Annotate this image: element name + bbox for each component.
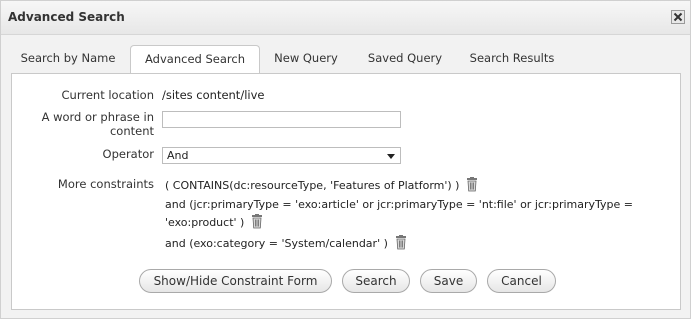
tab-search-by-name[interactable]: Search by Name: [11, 45, 125, 72]
tab-new-query[interactable]: New Query: [266, 45, 346, 72]
cancel-button[interactable]: Cancel: [487, 269, 556, 293]
dialog-titlebar: Advanced Search: [1, 1, 690, 35]
constraint-text: and (jcr:primaryType = 'exo:article' or …: [165, 198, 633, 211]
dialog-title: Advanced Search: [8, 10, 125, 24]
location-label: Current location: [61, 88, 154, 102]
save-button[interactable]: Save: [420, 269, 477, 293]
show-hide-constraint-form-button[interactable]: Show/Hide Constraint Form: [139, 269, 332, 293]
phrase-label-line1: A word or phrase in: [41, 110, 154, 124]
operator-selected-value: And: [167, 149, 189, 162]
tab-advanced-search[interactable]: Advanced Search: [130, 45, 260, 75]
constraints-label: More constraints: [57, 177, 154, 191]
location-value: /sites content/live: [162, 88, 265, 102]
constraint-row: 'exo:product' ): [165, 214, 264, 234]
chevron-down-icon: [387, 154, 395, 159]
constraint-text: 'exo:product' ): [165, 216, 245, 229]
constraint-row: ( CONTAINS(dc:resourceType, 'Features of…: [165, 177, 479, 197]
trash-icon[interactable]: [465, 177, 479, 197]
operator-select[interactable]: And: [162, 147, 401, 164]
trash-icon[interactable]: [250, 214, 264, 234]
phrase-label-line2: content: [109, 124, 154, 138]
close-icon[interactable]: [671, 10, 685, 24]
operator-label: Operator: [102, 147, 154, 161]
constraint-row: and (jcr:primaryType = 'exo:article' or …: [165, 197, 633, 213]
constraint-text: ( CONTAINS(dc:resourceType, 'Features of…: [165, 179, 460, 192]
phrase-input[interactable]: [162, 111, 401, 128]
trash-icon[interactable]: [394, 235, 408, 255]
advanced-search-dialog: Advanced Search Search by Name Advanced …: [0, 0, 691, 319]
tab-search-results[interactable]: Search Results: [464, 45, 560, 72]
constraint-row: and (exo:category = 'System/calendar' ): [165, 235, 408, 255]
constraint-text: and (exo:category = 'System/calendar' ): [165, 237, 388, 250]
tab-saved-query[interactable]: Saved Query: [360, 45, 450, 72]
search-button[interactable]: Search: [342, 269, 410, 293]
